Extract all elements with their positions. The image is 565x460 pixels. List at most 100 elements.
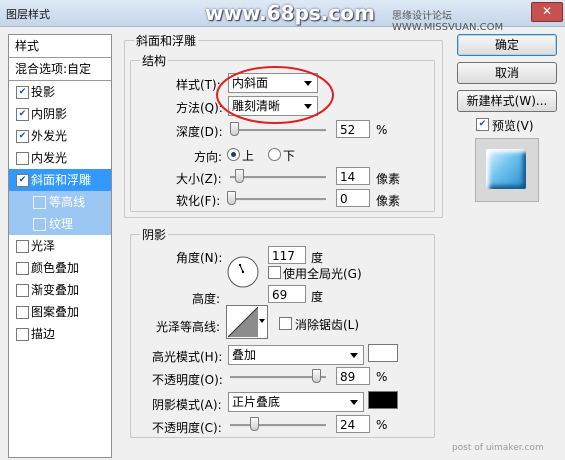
sidebar-item-label: 颜色叠加 [31,261,80,275]
shadow-opacity-label: 不透明度(C): [152,421,222,435]
preview-swatch [486,149,526,189]
altitude-unit: 度 [311,290,324,304]
soften-unit: 像素 [376,194,401,208]
annotation-ellipse [216,66,334,124]
structure-title: 结构 [140,52,169,69]
shadow-mode-label: 阴影模式(A): [152,398,222,412]
sidebar-item[interactable]: 等高线 [9,191,111,213]
gloss-contour-picker[interactable] [226,305,268,339]
preview-checkbox[interactable]: ✔ [476,118,489,131]
shadow-color-swatch[interactable] [368,391,398,409]
sidebar-item-checkbox[interactable] [16,284,29,297]
watermark-main: www.68ps.com [205,1,375,25]
sidebar-item-checkbox[interactable] [16,262,29,275]
shadow-mode-select[interactable]: 正片叠底 [228,392,364,412]
highlight-opacity-unit: % [376,370,388,384]
direction-up-radio[interactable] [227,148,240,161]
sidebar-item-label: 内阴影 [31,107,68,121]
antialias-label: 消除锯齿(L) [295,318,360,332]
sidebar-item-checkbox[interactable] [16,240,29,253]
size-slider-thumb[interactable] [235,169,244,183]
chevron-down-icon [350,400,358,405]
sidebar-item-checkbox[interactable] [16,306,29,319]
sidebar-item-label: 渐变叠加 [31,283,80,297]
highlight-color-swatch[interactable] [368,344,398,362]
direction-up-label: 上 [242,149,255,163]
sidebar-item[interactable]: 内发光 [9,147,111,169]
styles-list: 样式 混合选项:自定 ✔ 投影 ✔ 内阴影 ✔ 外发光 内发光 ✔ 斜面和浮雕 等高线 纹理 光泽 颜色… [8,34,112,458]
highlight-opacity-thumb[interactable] [312,369,321,383]
sidebar-item[interactable]: 描边 [9,323,111,345]
highlight-opacity-input[interactable]: 89 [336,367,370,385]
altitude-input[interactable]: 69 [268,285,306,303]
sidebar-item[interactable]: ✔ 内阴影 [9,103,111,125]
depth-label: 深度(D): [176,125,223,139]
new-style-button[interactable]: 新建样式(W)... [457,90,557,112]
sidebar-item-checkbox[interactable]: ✔ [16,130,29,143]
sidebar-item[interactable]: 渐变叠加 [9,279,111,301]
sidebar-item-label: 斜面和浮雕 [31,173,92,187]
altitude-label: 高度: [192,292,221,306]
bevel-title: 斜面和浮雕 [134,32,199,49]
sidebar-item-label: 描边 [31,327,56,341]
title-bar: 图层样式 www.68ps.com 思缘设计论坛 WWW.MISSVUAN.CO… [0,0,565,33]
sidebar-item[interactable]: 图案叠加 [9,301,111,323]
direction-down-label: 下 [283,149,296,163]
sidebar-item-checkbox[interactable] [16,328,29,341]
styles-header[interactable]: 样式 [9,35,111,57]
depth-slider[interactable] [230,129,326,132]
shadow-opacity-thumb[interactable] [250,417,259,431]
sidebar-item[interactable]: 颜色叠加 [9,257,111,279]
highlight-opacity-label: 不透明度(O): [152,373,223,387]
antialias-checkbox[interactable] [279,317,292,330]
footer-watermark: post of uimaker.com [452,443,544,453]
blend-options[interactable]: 混合选项:自定 [9,58,111,80]
contour-preview-icon [228,307,258,337]
sidebar-item[interactable]: 纹理 [9,213,111,235]
cancel-button[interactable]: 取消 [457,62,557,84]
sidebar-item[interactable]: 光泽 [9,235,111,257]
sidebar-item-label: 投影 [31,85,56,99]
sidebar-item-checkbox[interactable] [16,152,29,165]
global-light-checkbox[interactable] [268,266,281,279]
sidebar-item-label: 内发光 [31,151,68,165]
chevron-down-icon [259,319,265,323]
sidebar-item-checkbox[interactable]: ✔ [16,86,29,99]
sidebar-item-checkbox[interactable]: ✔ [16,174,29,187]
sidebar-item-label: 等高线 [49,195,86,209]
shadow-opacity-slider[interactable] [230,424,326,427]
shading-title: 阴影 [140,226,169,243]
gloss-contour-label: 光泽等高线: [156,320,221,334]
sidebar-item[interactable]: ✔ 斜面和浮雕 [9,169,111,191]
size-slider[interactable] [230,176,326,179]
sidebar-item-label: 图案叠加 [31,305,80,319]
style-preview [475,138,539,202]
highlight-mode-select[interactable]: 叠加 [228,345,364,365]
soften-slider[interactable] [230,198,326,201]
angle-dial[interactable] [226,255,260,289]
soften-slider-thumb[interactable] [227,191,236,205]
angle-input[interactable]: 117 [268,246,306,264]
depth-input[interactable]: 52 [336,120,370,138]
size-input[interactable]: 14 [336,167,370,185]
shadow-opacity-input[interactable]: 24 [336,415,370,433]
sidebar-item-checkbox[interactable]: ✔ [16,108,29,121]
global-light-label: 使用全局光(G) [283,267,362,281]
preview-label: 预览(V) [492,119,534,133]
direction-down-radio[interactable] [268,148,281,161]
sidebar-item-checkbox[interactable] [33,196,46,209]
soften-input[interactable]: 0 [336,189,370,207]
sidebar-item-label: 光泽 [31,239,56,253]
sidebar-item-checkbox[interactable] [33,218,46,231]
depth-slider-thumb[interactable] [230,122,239,136]
sidebar-item[interactable]: ✔ 投影 [9,81,111,103]
sidebar-item-label: 外发光 [31,129,68,143]
ok-button[interactable]: 确定 [457,34,557,56]
close-button[interactable]: ✕ [531,2,563,22]
sidebar-item-label: 纹理 [49,217,74,231]
shadow-opacity-unit: % [376,418,388,432]
window-title: 图层样式 [6,8,50,21]
size-label: 大小(Z): [176,172,222,186]
sidebar-item[interactable]: ✔ 外发光 [9,125,111,147]
depth-unit: % [376,123,388,137]
